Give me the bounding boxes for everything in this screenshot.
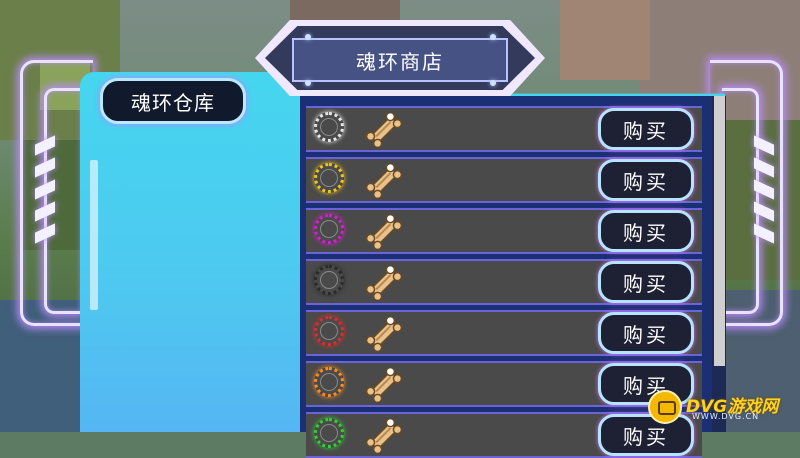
title-dot-decoration [490, 34, 496, 40]
soul-ring-icon [314, 418, 344, 448]
soul-ring-icon [314, 367, 344, 397]
buy-button[interactable]: 购买 [598, 159, 694, 201]
soul-ring-icon [314, 316, 344, 346]
panel-edge-strip [90, 160, 98, 310]
shop-item-row: 购买 [306, 208, 702, 254]
soul-ring-icon [314, 265, 344, 295]
scrollbar-thumb[interactable] [714, 96, 725, 366]
bone-icon [364, 417, 404, 455]
bone-icon [364, 264, 404, 302]
shop-item-row: 购买 [306, 106, 702, 152]
soul-ring-icon [314, 214, 344, 244]
bone-icon [364, 111, 404, 149]
watermark-logo-icon [648, 390, 682, 424]
shop-item-row: 购买 [306, 157, 702, 203]
hud-stripes-left [35, 135, 55, 250]
buy-button-label: 购买 [623, 271, 669, 296]
buy-button[interactable]: 购买 [598, 210, 694, 252]
soul-ring-storage-tab[interactable]: 魂环仓库 [100, 78, 246, 124]
bone-icon [364, 315, 404, 353]
title-dot-decoration [305, 34, 311, 40]
title-dot-decoration [490, 80, 496, 86]
bone-icon [364, 366, 404, 404]
buy-button-label: 购买 [623, 118, 669, 143]
shop-item-row: 购买 [306, 310, 702, 356]
watermark: DVG游戏网 WWW.DVG.CN [648, 388, 798, 428]
soul-ring-icon [314, 112, 344, 142]
soul-ring-storage-label: 魂环仓库 [131, 90, 215, 115]
buy-button-label: 购买 [623, 220, 669, 245]
bone-icon [364, 162, 404, 200]
hud-stripes-right [754, 135, 774, 250]
buy-button[interactable]: 购买 [598, 312, 694, 354]
shop-item-row: 购买 [306, 412, 702, 458]
buy-button-label: 购买 [623, 322, 669, 347]
buy-button[interactable]: 购买 [598, 108, 694, 150]
watermark-subtext: WWW.DVG.CN [692, 412, 760, 421]
title-plate: 魂环商店 [292, 38, 508, 82]
title-dot-decoration [305, 80, 311, 86]
shop-item-row: 购买 [306, 259, 702, 305]
buy-button-label: 购买 [623, 169, 669, 194]
soul-ring-icon [314, 163, 344, 193]
bone-icon [364, 213, 404, 251]
shop-title: 魂环商店 [356, 49, 444, 74]
shop-item-row: 购买 [306, 361, 702, 407]
buy-button[interactable]: 购买 [598, 261, 694, 303]
